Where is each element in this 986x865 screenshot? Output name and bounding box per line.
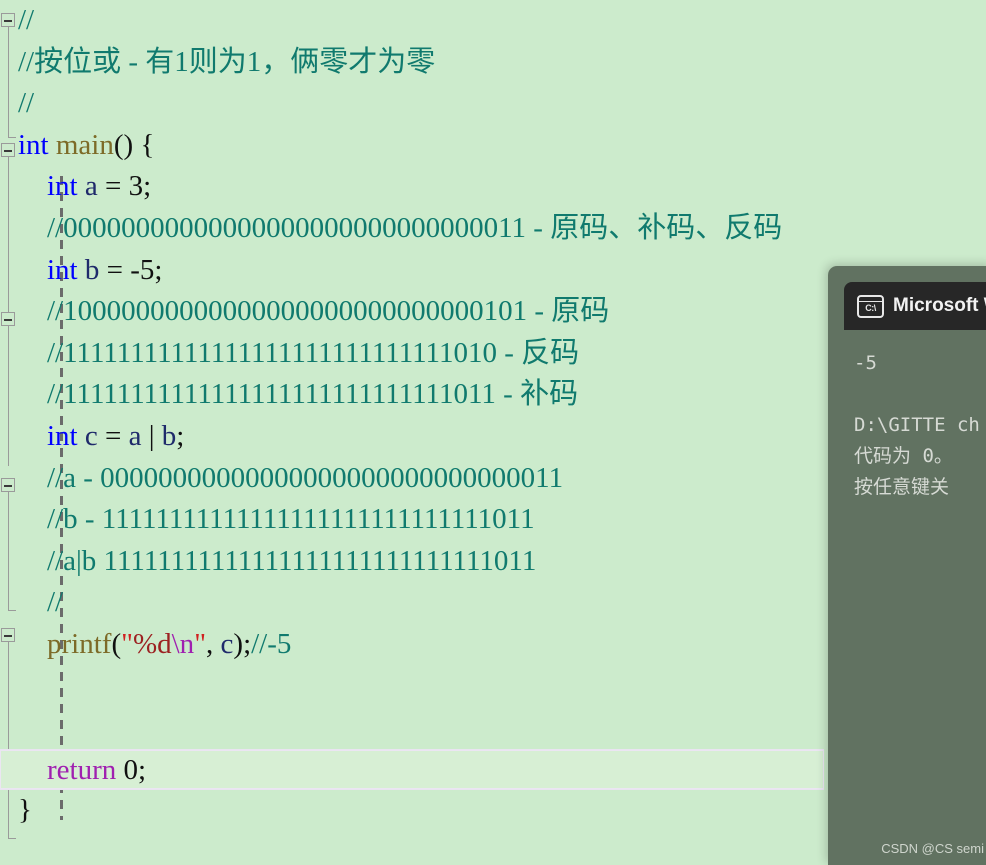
code-token: //b - 11111111111111111111111111111011: [47, 503, 535, 535]
code-token: c: [221, 628, 234, 660]
code-token: ;: [143, 170, 151, 202]
code-token: main: [56, 129, 114, 161]
code-token: ;: [176, 420, 184, 452]
code-token: [18, 337, 47, 369]
code-line[interactable]: //: [0, 0, 986, 42]
code-token: //-5: [251, 628, 291, 660]
code-token: [18, 754, 47, 786]
code-token: [18, 254, 47, 286]
code-line[interactable]: //00000000000000000000000000000011 - 原码、…: [0, 208, 986, 250]
console-output-line: [854, 379, 986, 410]
console-output[interactable]: -5 D:\GITTE ch代码为 0。按任意键关: [844, 330, 986, 865]
code-token: //: [18, 4, 34, 36]
watermark-label: CSDN @CS semi: [881, 841, 984, 856]
code-token: [78, 170, 85, 202]
code-token: int: [47, 254, 78, 286]
screenshot-root: // //按位或 - 有1则为1，俩零才为零 // int main() { int …: [0, 0, 986, 865]
code-token: [18, 378, 47, 410]
code-token: return: [47, 754, 116, 786]
code-token: |: [141, 420, 161, 452]
code-token: }: [18, 794, 32, 826]
code-token: =: [99, 254, 130, 286]
code-token: [18, 170, 47, 202]
code-token: -5: [130, 254, 154, 286]
code-token: int: [47, 420, 78, 452]
console-cmd-icon: C:\: [857, 295, 884, 318]
console-window[interactable]: C:\ Microsoft W -5 D:\GITTE ch代码为 0。按任意键…: [828, 266, 986, 865]
code-token: (: [111, 628, 121, 660]
code-token: [18, 295, 47, 327]
code-token: //a - 00000000000000000000000000000011: [47, 462, 563, 494]
code-token: [116, 754, 123, 786]
code-token: //11111111111111111111111111111011 - 补码: [47, 378, 578, 410]
console-tab[interactable]: C:\ Microsoft W: [844, 282, 986, 330]
code-token: =: [98, 420, 129, 452]
console-tab-title: Microsoft W: [893, 295, 986, 317]
code-token: //a|b 11111111111111111111111111111011: [47, 545, 536, 577]
code-line[interactable]: //: [0, 83, 986, 125]
code-line[interactable]: int a = 3;: [0, 166, 986, 208]
code-token: int: [47, 170, 78, 202]
code-token: [18, 212, 47, 244]
code-token: b: [162, 420, 177, 452]
code-line[interactable]: int main() {: [0, 125, 986, 167]
console-output-line: 按任意键关: [854, 472, 986, 503]
code-token: ": [121, 628, 133, 660]
code-token: [18, 420, 47, 452]
code-token: () {: [114, 129, 154, 161]
code-token: [18, 503, 47, 535]
code-token: [78, 420, 85, 452]
console-output-line: D:\GITTE ch: [854, 410, 986, 441]
code-token: 0: [124, 754, 139, 786]
console-tab-bar[interactable]: C:\ Microsoft W: [844, 282, 986, 330]
code-token: ;: [138, 754, 146, 786]
code-token: int: [18, 129, 49, 161]
code-token: [18, 545, 47, 577]
code-token: [18, 462, 47, 494]
code-token: a: [85, 170, 98, 202]
console-output-line: -5: [854, 348, 986, 379]
code-token: 3: [129, 170, 144, 202]
code-line[interactable]: //按位或 - 有1则为1，俩零才为零: [0, 42, 986, 84]
console-output-line: 代码为 0。: [854, 441, 986, 472]
code-token: [78, 254, 85, 286]
code-token: //: [18, 87, 34, 119]
code-token: \n: [172, 628, 195, 660]
code-token: a: [129, 420, 142, 452]
code-token: %d: [133, 628, 172, 660]
code-token: //: [47, 586, 63, 618]
code-line[interactable]: return 0;: [0, 749, 824, 791]
code-token: [49, 129, 56, 161]
code-token: [18, 586, 47, 618]
code-token: =: [98, 170, 129, 202]
code-token: ;: [154, 254, 162, 286]
code-token: ,: [206, 628, 221, 660]
code-token: printf: [47, 628, 111, 660]
code-token: b: [85, 254, 100, 286]
code-token: ": [194, 628, 206, 660]
code-token: //10000000000000000000000000000101 - 原码: [47, 295, 609, 327]
code-token: c: [85, 420, 98, 452]
code-token: //按位或 - 有1则为1，俩零才为零: [18, 46, 435, 78]
code-token: [18, 628, 47, 660]
code-token: );: [233, 628, 251, 660]
code-token: //00000000000000000000000000000011 - 原码、…: [47, 212, 782, 244]
code-token: //11111111111111111111111111111010 - 反码: [47, 337, 579, 369]
